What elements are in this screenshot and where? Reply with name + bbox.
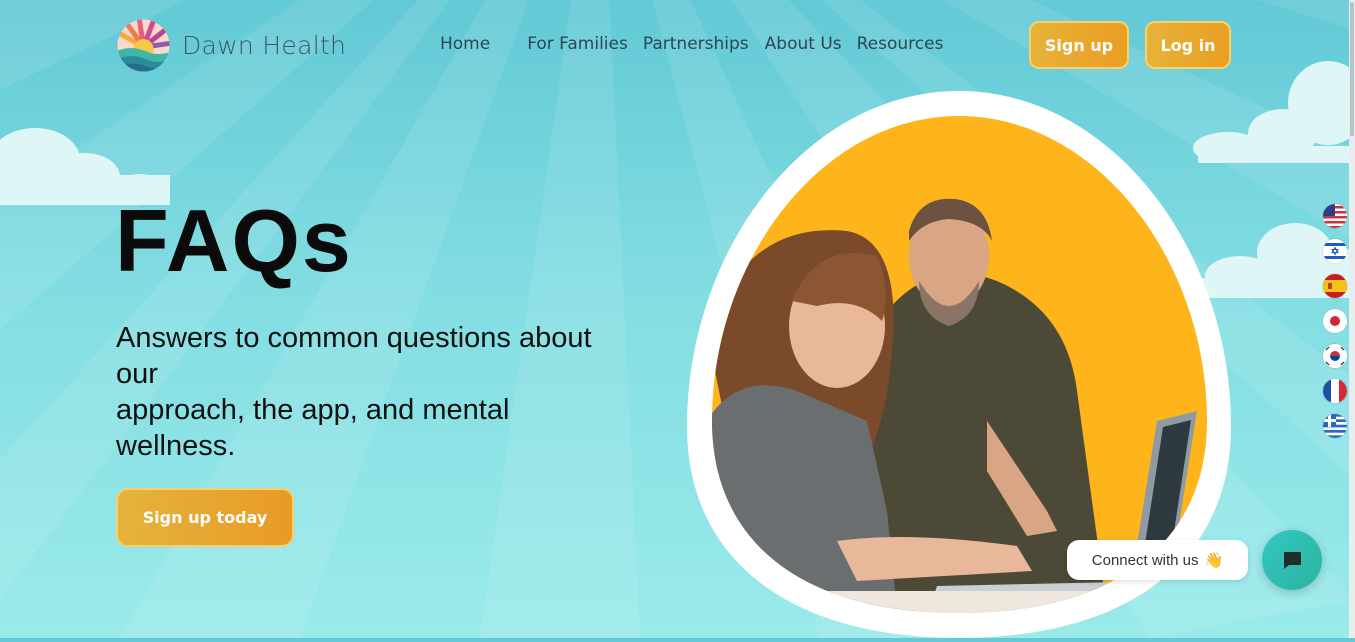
wave-hand-icon: 👋 <box>1204 552 1224 569</box>
page-scrollbar[interactable] <box>1349 0 1355 638</box>
sunrise-logo-icon <box>117 19 170 72</box>
hero-subtitle-line-2: approach, the app, and mental wellness. <box>116 394 510 462</box>
login-button[interactable]: Log in <box>1145 21 1231 69</box>
flag-israel-icon[interactable] <box>1323 239 1347 263</box>
flag-japan-icon[interactable] <box>1323 309 1347 333</box>
nav-home[interactable]: Home <box>440 34 490 54</box>
hero-subtitle: Answers to common questions about our ap… <box>116 320 636 464</box>
brand-name: Dawn Health <box>182 31 347 60</box>
nav-partnerships[interactable]: Partnerships <box>643 34 749 54</box>
signup-button[interactable]: Sign up <box>1029 21 1129 69</box>
nav-resources[interactable]: Resources <box>857 34 944 54</box>
flag-korea-icon[interactable] <box>1323 344 1347 368</box>
language-switcher <box>1323 204 1347 438</box>
signup-today-button[interactable]: Sign up today <box>116 488 294 547</box>
nav-about-us[interactable]: About Us <box>765 34 842 54</box>
brand-logo[interactable]: Dawn Health <box>117 19 346 72</box>
flag-greece-icon[interactable] <box>1323 414 1347 438</box>
scrollbar-thumb[interactable] <box>1350 2 1354 136</box>
hero-subtitle-line-1: Answers to common questions about our <box>116 322 592 390</box>
main-nav: Home For Families Partnerships About Us … <box>440 34 943 54</box>
page-title: FAQs <box>115 191 353 290</box>
chat-icon <box>1284 552 1301 569</box>
flag-spain-icon[interactable] <box>1323 274 1347 298</box>
chat-launcher-button[interactable] <box>1262 530 1322 590</box>
connect-with-us-bubble[interactable]: Connect with us 👋 <box>1067 540 1248 580</box>
nav-for-families[interactable]: For Families <box>527 34 628 54</box>
flag-us-icon[interactable] <box>1323 204 1347 228</box>
flag-france-icon[interactable] <box>1323 379 1347 403</box>
connect-label: Connect with us <box>1091 551 1199 569</box>
